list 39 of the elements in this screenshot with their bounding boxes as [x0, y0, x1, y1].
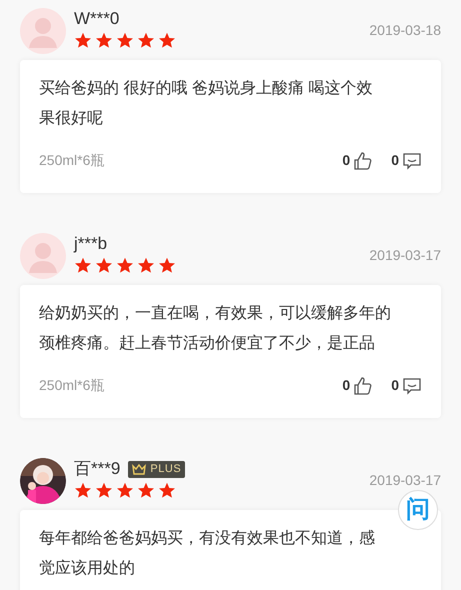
- review-text: 每年都给爸爸妈妈买，有没有效果也不知道，感 觉应该用处的: [39, 528, 375, 579]
- avatar-icon: [20, 233, 66, 279]
- review-text: 给奶奶买的，一直在喝，有效果，可以缓解多年的 颈椎疼痛。赶上春节活动价便宜了不少，是正品: [39, 304, 391, 354]
- user-name: W***0: [74, 8, 120, 30]
- star-icon: [158, 32, 176, 49]
- star-icon: [137, 257, 155, 274]
- plus-badge: PLUS: [128, 460, 186, 478]
- review-date: 2019-03-17: [369, 471, 441, 490]
- user-name: 百***9: [74, 458, 120, 480]
- thumbs-up-icon[interactable]: [353, 376, 374, 396]
- comment-icon[interactable]: [402, 150, 422, 170]
- review-text: 买给爸妈的 很好的哦 爸妈说身上酸痛 喝这个效 果很好呢: [39, 78, 372, 129]
- star-icon: [137, 32, 155, 49]
- thumbs-up-icon[interactable]: [353, 150, 374, 170]
- like-count: 0: [342, 151, 350, 170]
- star-icon: [74, 482, 92, 499]
- star-icon: [74, 32, 92, 49]
- review-date: 2019-03-18: [369, 21, 441, 40]
- star-icon: [95, 257, 113, 274]
- star-icon: [74, 257, 92, 274]
- product-spec: 250ml*6瓶: [39, 151, 104, 170]
- review-date: 2019-03-17: [369, 246, 441, 265]
- star-icon: [95, 482, 113, 499]
- star-icon: [116, 257, 134, 274]
- product-spec: 250ml*6瓶: [39, 376, 104, 395]
- avatar-icon: [20, 8, 66, 54]
- star-icon: [116, 32, 134, 49]
- comment-count: 0: [391, 151, 399, 170]
- star-icon: [95, 32, 113, 49]
- star-icon: [158, 482, 176, 499]
- comment-count: 0: [391, 376, 399, 395]
- ask-button[interactable]: 问: [398, 490, 438, 530]
- star-icon: [116, 482, 134, 499]
- star-icon: [158, 257, 176, 274]
- crown-icon: [132, 464, 146, 474]
- star-icon: [137, 482, 155, 499]
- user-name: j***b: [74, 233, 108, 255]
- comment-icon[interactable]: [402, 376, 422, 396]
- like-count: 0: [342, 376, 350, 395]
